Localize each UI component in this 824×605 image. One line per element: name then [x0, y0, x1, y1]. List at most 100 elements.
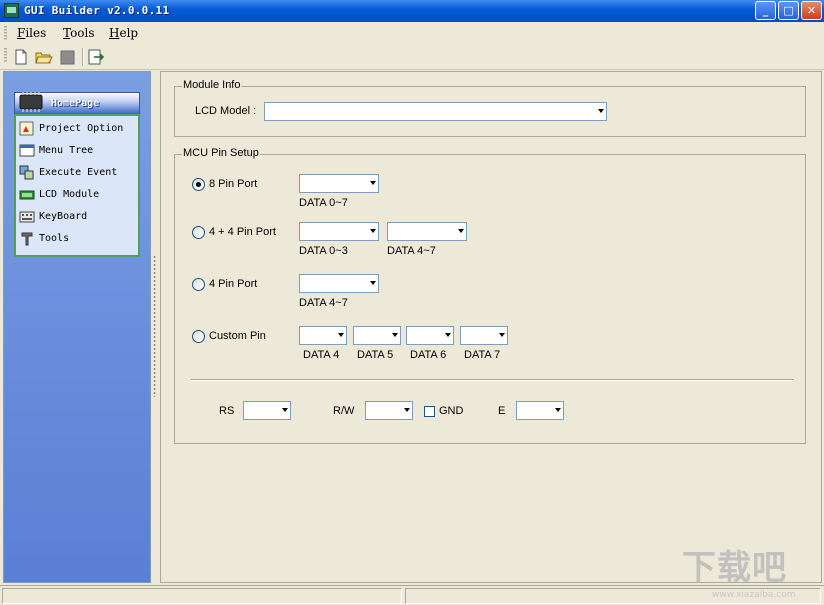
chevron-down-icon — [598, 109, 604, 113]
data-5-label: DATA 5 — [357, 349, 394, 361]
chevron-down-icon — [370, 281, 376, 285]
title-bar: GUI Builder v2.0.0.11 _ □ ✕ — [0, 0, 824, 22]
menu-grip — [4, 26, 7, 40]
sidebar-item-execute-event[interactable]: Execute Event — [18, 164, 136, 182]
rs-select[interactable] — [243, 401, 291, 420]
close-button[interactable]: ✕ — [801, 1, 822, 20]
sidebar-item-keyboard[interactable]: KeyBoard — [18, 208, 136, 226]
radio-4-4-pin-port-label: 4 + 4 Pin Port — [209, 226, 276, 238]
module-info-legend: Module Info — [182, 79, 242, 91]
sidebar-item-label: Tools — [39, 233, 70, 244]
chevron-down-icon — [404, 408, 410, 412]
data-0-7-label: DATA 0~7 — [299, 197, 348, 209]
data-7-label: DATA 7 — [464, 349, 501, 361]
sidebar-item-label: Menu Tree — [39, 145, 94, 156]
lcd-model-label: LCD Model : — [195, 105, 257, 117]
sidebar-item-project-option[interactable]: Project Option — [18, 120, 136, 138]
data-4-7-label: DATA 4~7 — [387, 245, 436, 257]
menu-files[interactable]: Files — [17, 26, 46, 40]
radio-4-pin-port[interactable] — [192, 278, 205, 291]
sidebar-item-menu-tree[interactable]: Menu Tree — [18, 142, 136, 160]
data-0-7-select[interactable] — [299, 174, 379, 193]
separator-line — [191, 379, 794, 381]
chip-icon — [17, 91, 47, 112]
gnd-label: GND — [439, 405, 464, 417]
data-6-select[interactable] — [406, 326, 454, 345]
sidebar-item-label: Execute Event — [39, 167, 118, 178]
module-info-group: Module Info LCD Model : — [174, 79, 806, 137]
sidebar-nav: Project Option Menu Tree Execute Event L… — [14, 114, 140, 257]
status-pane-left — [2, 588, 402, 604]
chevron-down-icon — [499, 333, 505, 337]
sidebar-item-label: Project Option — [39, 123, 124, 134]
menu-tools-label: ools — [70, 26, 95, 40]
sidebar-item-tools[interactable]: Tools — [18, 230, 136, 248]
lcd-module-icon — [19, 187, 35, 203]
sidebar: HomePage Project Option Menu Tree Execut… — [3, 71, 151, 583]
radio-custom-pin-label: Custom Pin — [209, 330, 266, 342]
keyboard-icon — [19, 209, 35, 225]
radio-4-4-pin-port[interactable] — [192, 226, 205, 239]
data-0-3-label: DATA 0~3 — [299, 245, 348, 257]
menu-files-label: iles — [25, 26, 47, 40]
maximize-button[interactable]: □ — [778, 1, 799, 20]
menu-help-accel: H — [109, 26, 120, 40]
lcd-model-select[interactable] — [264, 102, 607, 121]
chevron-down-icon — [445, 333, 451, 337]
data-0-3-select[interactable] — [299, 222, 379, 241]
sidebar-item-label: LCD Module — [39, 189, 100, 200]
menu-help-label: elp — [119, 26, 139, 40]
radio-8-pin-port-label: 8 Pin Port — [209, 178, 258, 190]
mcu-pin-setup-legend: MCU Pin Setup — [182, 147, 260, 159]
homepage-panel: HomePage Project Option Menu Tree Execut… — [14, 82, 140, 257]
sidebar-item-label: KeyBoard — [39, 211, 88, 222]
new-file-icon[interactable] — [12, 48, 30, 66]
toolbar-separator — [82, 48, 84, 66]
data-6-label: DATA 6 — [410, 349, 447, 361]
rw-select[interactable] — [365, 401, 413, 420]
open-folder-icon[interactable] — [35, 48, 53, 66]
menu-tools[interactable]: Tools — [63, 26, 95, 40]
chevron-down-icon — [338, 333, 344, 337]
radio-4-pin-port-label: 4 Pin Port — [209, 278, 258, 290]
data-4-label: DATA 4 — [303, 349, 340, 361]
radio-8-pin-port[interactable] — [192, 178, 205, 191]
chevron-down-icon — [555, 408, 561, 412]
homepage-header[interactable]: HomePage — [14, 92, 140, 114]
watermark-logo: 下载吧 — [682, 548, 787, 588]
data-4-7-single-label: DATA 4~7 — [299, 297, 348, 309]
splitter-handle[interactable] — [153, 255, 156, 397]
mcu-pin-setup-group: MCU Pin Setup 8 Pin Port DATA 0~7 4 + 4 … — [174, 147, 806, 444]
app-chip-icon — [4, 3, 19, 18]
main-panel: Module Info LCD Model : MCU Pin Setup 8 … — [160, 71, 822, 583]
data-4-select[interactable] — [299, 326, 347, 345]
e-select[interactable] — [516, 401, 564, 420]
window-title: GUI Builder v2.0.0.11 — [24, 4, 170, 17]
rw-label: R/W — [333, 405, 355, 417]
rs-label: RS — [219, 405, 235, 417]
radio-custom-pin[interactable] — [192, 330, 205, 343]
menu-bar: Files Tools Help — [0, 22, 824, 44]
exit-icon[interactable] — [87, 48, 105, 66]
e-label: E — [498, 405, 506, 417]
toolbar-grip — [4, 48, 7, 62]
data-5-select[interactable] — [353, 326, 401, 345]
data-4-7-single-select[interactable] — [299, 274, 379, 293]
stop-icon[interactable] — [59, 48, 77, 66]
toolbar — [0, 44, 824, 70]
gnd-checkbox[interactable] — [424, 406, 435, 417]
data-7-select[interactable] — [460, 326, 508, 345]
watermark-url: www.xiazaiba.com — [712, 590, 796, 600]
data-4-7-select[interactable] — [387, 222, 467, 241]
homepage-title: HomePage — [51, 98, 100, 109]
execute-event-icon — [19, 165, 35, 181]
chevron-down-icon — [458, 229, 464, 233]
chevron-down-icon — [392, 333, 398, 337]
chevron-down-icon — [370, 229, 376, 233]
project-option-icon — [19, 121, 35, 137]
minimize-button[interactable]: _ — [755, 1, 776, 20]
menu-tree-icon — [19, 143, 35, 159]
menu-help[interactable]: Help — [109, 26, 138, 40]
tools-icon — [19, 231, 35, 247]
sidebar-item-lcd-module[interactable]: LCD Module — [18, 186, 136, 204]
